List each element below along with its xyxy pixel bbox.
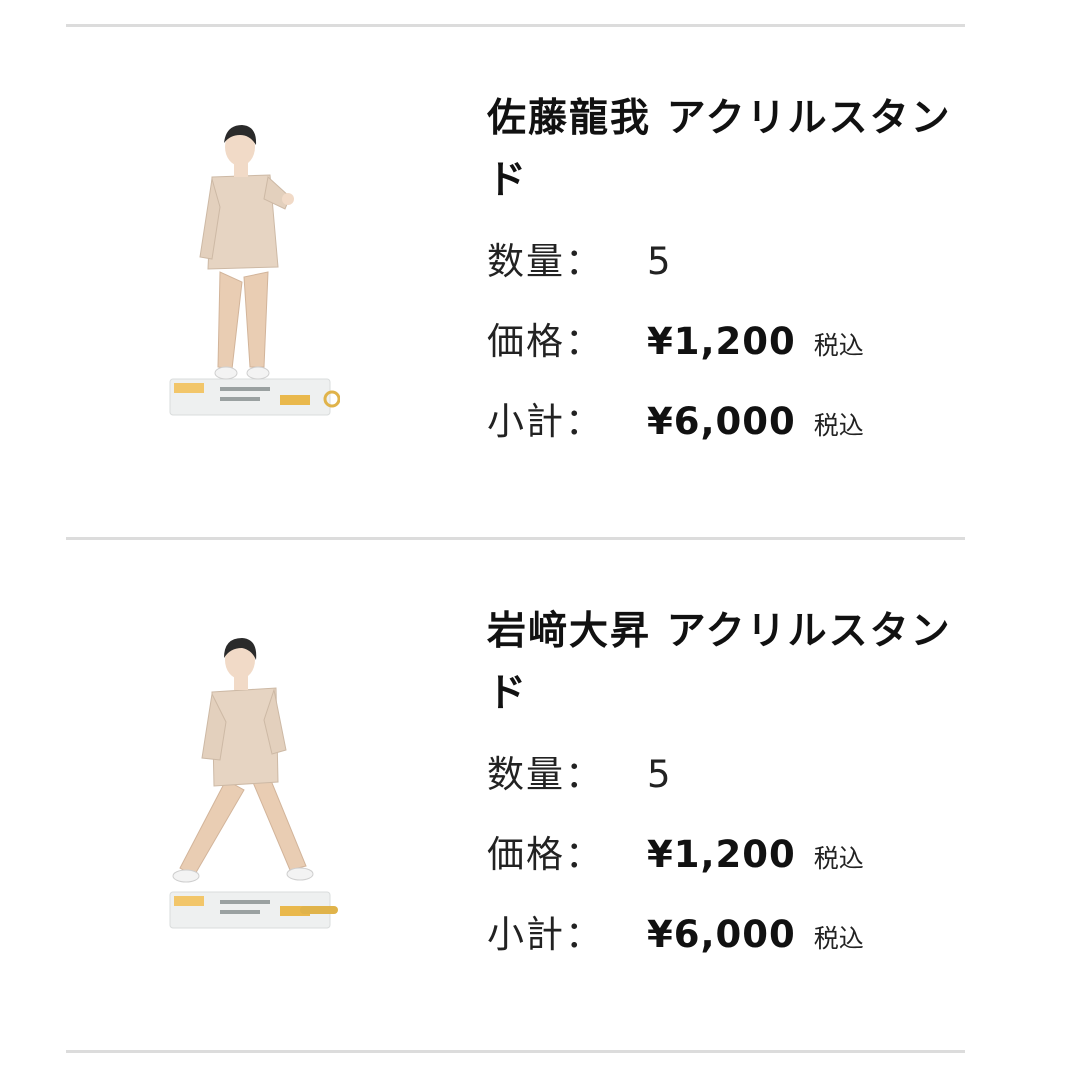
price-label: 価格： xyxy=(487,833,604,876)
item-info: 佐藤龍我 アクリルスタンド 数量： 5 価格： ¥1,200 税込 小計： ¥6… xyxy=(487,88,957,462)
acrylic-stand-illustration xyxy=(169,638,338,929)
quantity-value: 5 xyxy=(647,753,671,796)
quantity-row: 数量： 5 xyxy=(487,222,957,302)
subtotal-row: 小計： ¥6,000 税込 xyxy=(487,895,957,975)
price-row: 価格： ¥1,200 税込 xyxy=(487,815,957,895)
subtotal-tax-note: 税込 xyxy=(813,924,864,953)
quantity-label: 数量： xyxy=(487,753,604,796)
subtotal-row: 小計： ¥6,000 税込 xyxy=(487,382,957,462)
cart-item: 佐藤龍我 アクリルスタンド 数量： 5 価格： ¥1,200 税込 小計： ¥6… xyxy=(0,27,1080,539)
product-image[interactable] xyxy=(160,630,340,940)
quantity-value: 5 xyxy=(647,240,671,283)
item-info: 岩﨑大昇 アクリルスタンド 数量： 5 価格： ¥1,200 税込 小計： ¥6… xyxy=(487,601,957,975)
subtotal-label: 小計： xyxy=(487,400,604,443)
subtotal-value: ¥6,000 xyxy=(647,400,796,443)
acrylic-stand-illustration xyxy=(169,125,340,416)
price-tax-note: 税込 xyxy=(813,331,864,360)
price-label: 価格： xyxy=(487,320,604,363)
subtotal-value: ¥6,000 xyxy=(647,913,796,956)
subtotal-tax-note: 税込 xyxy=(813,411,864,440)
cart-item: 岩﨑大昇 アクリルスタンド 数量： 5 価格： ¥1,200 税込 小計： ¥6… xyxy=(0,540,1080,1052)
quantity-row: 数量： 5 xyxy=(487,735,957,815)
price-value: ¥1,200 xyxy=(647,320,796,363)
product-title[interactable]: 佐藤龍我 アクリルスタンド xyxy=(487,88,957,212)
price-row: 価格： ¥1,200 税込 xyxy=(487,302,957,382)
price-value: ¥1,200 xyxy=(647,833,796,876)
price-tax-note: 税込 xyxy=(813,844,864,873)
subtotal-label: 小計： xyxy=(487,913,604,956)
bottom-divider xyxy=(66,1050,965,1053)
product-title[interactable]: 岩﨑大昇 アクリルスタンド xyxy=(487,601,957,725)
quantity-label: 数量： xyxy=(487,240,604,283)
product-image[interactable] xyxy=(160,117,340,427)
